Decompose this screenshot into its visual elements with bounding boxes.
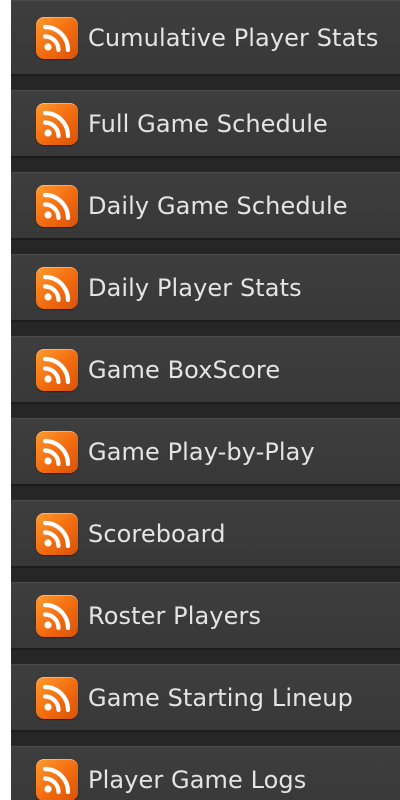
feed-item-roster-players[interactable]: Roster Players (11, 582, 400, 650)
rss-icon (36, 16, 78, 59)
feed-item-cumulative-player-stats[interactable]: Cumulative Player Stats (11, 0, 400, 76)
feed-label: Game Play-by-Play (88, 437, 315, 466)
feed-item-daily-player-stats[interactable]: Daily Player Stats (11, 254, 400, 322)
feed-item-game-starting-lineup[interactable]: Game Starting Lineup (11, 664, 400, 732)
feed-item-player-game-logs[interactable]: Player Game Logs (11, 746, 400, 800)
rss-icon (36, 676, 78, 719)
feed-item-game-boxscore[interactable]: Game BoxScore (11, 336, 400, 404)
feed-item-game-play-by-play[interactable]: Game Play-by-Play (11, 418, 400, 486)
feed-label: Roster Players (88, 601, 262, 630)
rss-icon (36, 348, 78, 391)
feed-item-scoreboard[interactable]: Scoreboard (11, 500, 400, 568)
feed-label: Cumulative Player Stats (88, 23, 379, 52)
rss-icon (36, 512, 78, 555)
feed-label: Daily Player Stats (88, 273, 302, 302)
feed-label: Full Game Schedule (88, 109, 328, 138)
feed-label: Game BoxScore (88, 355, 281, 384)
feed-item-full-game-schedule[interactable]: Full Game Schedule (11, 90, 400, 158)
rss-icon (36, 430, 78, 473)
rss-icon (36, 102, 78, 145)
feed-label: Daily Game Schedule (88, 191, 348, 220)
rss-icon (36, 266, 78, 309)
page: Cumulative Player Stats Full Game Schedu… (0, 0, 400, 800)
rss-icon (36, 594, 78, 637)
feed-label: Game Starting Lineup (88, 683, 353, 712)
feed-label: Player Game Logs (88, 765, 307, 794)
feed-item-daily-game-schedule[interactable]: Daily Game Schedule (11, 172, 400, 240)
rss-icon (36, 758, 78, 800)
feed-label: Scoreboard (88, 519, 226, 548)
rss-icon (36, 184, 78, 227)
feed-list: Cumulative Player Stats Full Game Schedu… (11, 0, 400, 800)
